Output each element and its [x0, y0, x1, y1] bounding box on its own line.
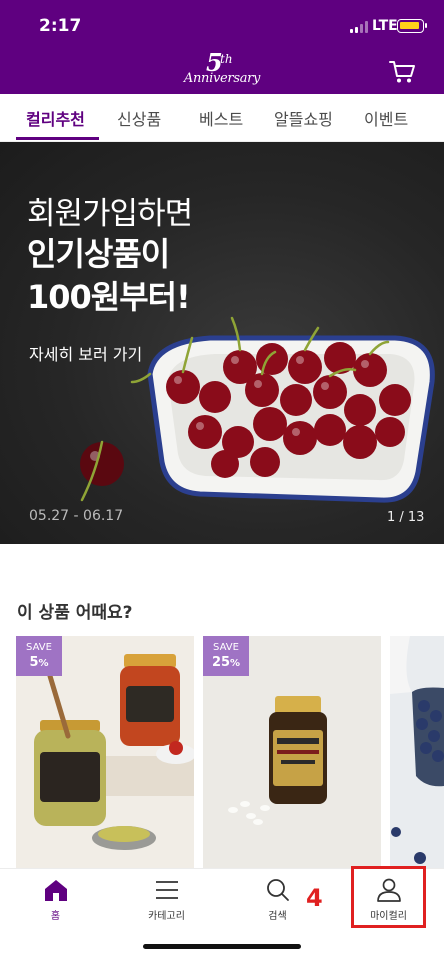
- banner-headline-3: 100원부터!: [27, 278, 191, 316]
- discount-badge: SAVE 25%: [203, 636, 249, 676]
- active-tab-indicator: [16, 137, 99, 140]
- banner-period: 05.27 - 06.17: [29, 508, 124, 524]
- banner-headline-1: 회원가입하면: [27, 196, 193, 232]
- product-image: [390, 636, 444, 864]
- status-time: 2:17: [39, 16, 82, 36]
- tab-recommend[interactable]: 컬리추천: [26, 106, 85, 130]
- recommend-title: 이 상품 어때요?: [17, 603, 133, 623]
- banner-page-indicator: 1 / 13: [387, 510, 425, 525]
- nav-category[interactable]: 카테고리: [111, 869, 222, 931]
- status-bar: 2:17 LTE: [0, 0, 444, 52]
- tab-best[interactable]: 베스트: [199, 106, 243, 130]
- anniversary-logo[interactable]: 5 th Anniversary: [180, 48, 264, 92]
- nav-category-label: 카테고리: [148, 911, 185, 922]
- banner-headline-2: 인기상품이: [27, 235, 170, 273]
- product-card[interactable]: SAVE 25%: [203, 636, 381, 868]
- cart-icon[interactable]: [388, 58, 416, 84]
- battery-icon: [397, 19, 427, 33]
- product-card[interactable]: SAVE 5%: [16, 636, 194, 868]
- step-annotation-number: 4: [306, 884, 323, 912]
- home-icon: [45, 880, 67, 901]
- discount-rate: 25%: [211, 655, 241, 670]
- save-label: SAVE: [213, 642, 239, 653]
- tab-bargain[interactable]: 알뜰쇼핑: [274, 106, 333, 130]
- network-type: LTE: [372, 18, 398, 34]
- signal-icon: [350, 21, 370, 33]
- menu-icon: [156, 881, 178, 899]
- top-header: 2:17 LTE 5 th Anniversary: [0, 0, 444, 94]
- promo-banner[interactable]: 회원가입하면 인기상품이 100원부터! 자세히 보러 가기 05.27 - 0…: [0, 142, 444, 544]
- home-indicator[interactable]: [143, 944, 301, 949]
- discount-rate: 5%: [29, 655, 49, 670]
- banner-more-link[interactable]: 자세히 보러 가기: [29, 341, 142, 365]
- logo-text: Anniversary: [183, 71, 261, 86]
- save-label: SAVE: [26, 642, 52, 653]
- step-annotation-box: [351, 866, 426, 928]
- product-card[interactable]: [390, 636, 444, 868]
- tab-new[interactable]: 신상품: [117, 106, 161, 130]
- nav-home-label: 홈: [50, 911, 61, 922]
- logo-suffix: th: [220, 52, 233, 66]
- category-tabs: 컬리추천 신상품 베스트 알뜰쇼핑 이벤트: [0, 94, 444, 142]
- tab-event[interactable]: 이벤트: [364, 106, 408, 130]
- nav-home[interactable]: 홈: [0, 869, 111, 931]
- discount-badge: SAVE 5%: [16, 636, 62, 676]
- search-icon: [267, 879, 289, 901]
